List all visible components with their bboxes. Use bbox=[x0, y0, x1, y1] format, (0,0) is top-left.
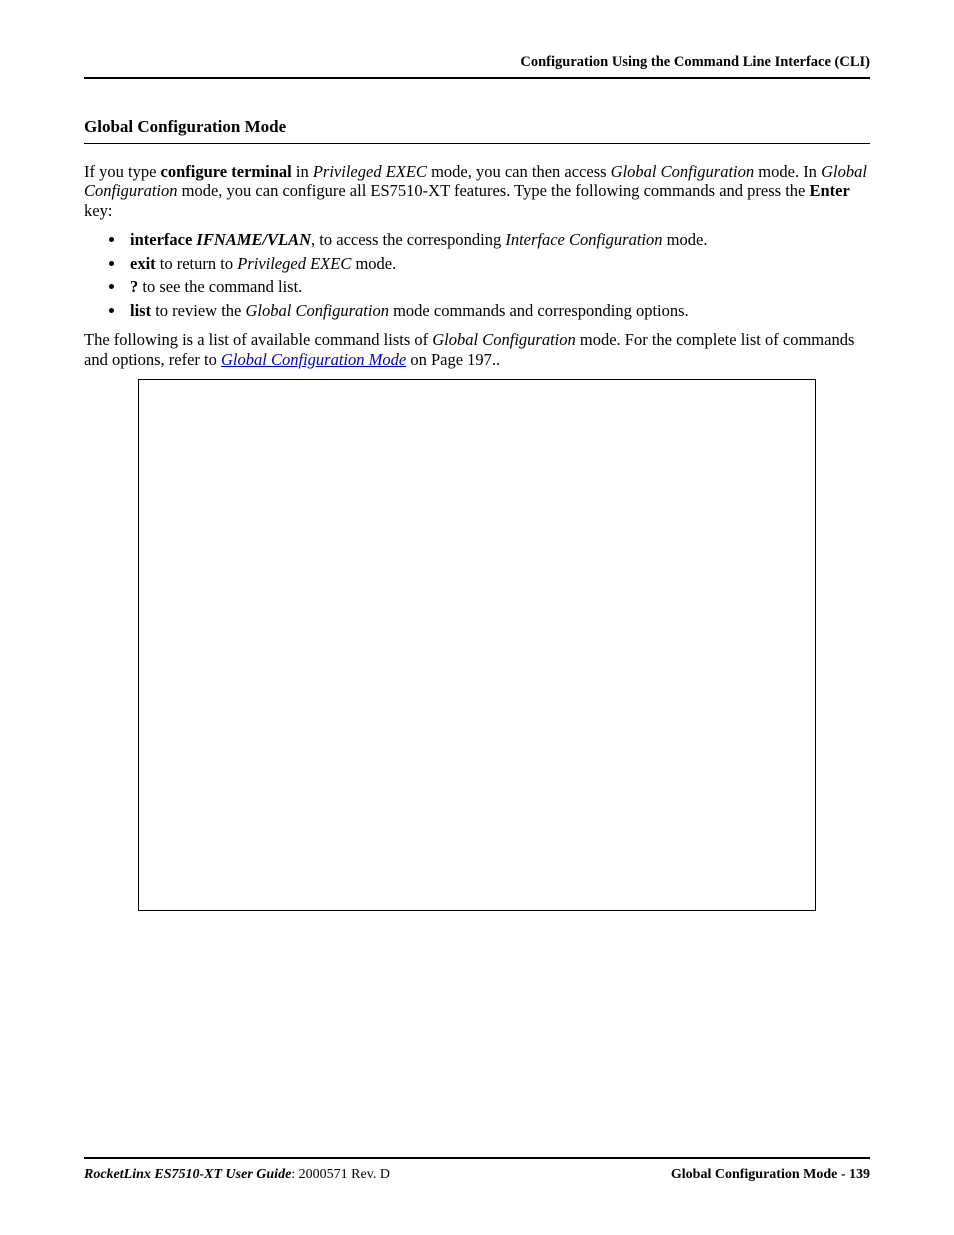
key-enter: Enter bbox=[809, 181, 849, 200]
text: mode. bbox=[351, 254, 396, 273]
text: on Page 197.. bbox=[406, 350, 500, 369]
cmd-list: list bbox=[130, 301, 151, 320]
mode-privileged-exec: Privileged EXEC bbox=[313, 162, 427, 181]
list-item: exit to return to Privileged EXEC mode. bbox=[126, 254, 870, 273]
mode-global-configuration: Global Configuration bbox=[245, 301, 388, 320]
list-item: list to review the Global Configuration … bbox=[126, 301, 870, 320]
doc-rev: : 2000571 Rev. D bbox=[291, 1167, 390, 1182]
text: to review the bbox=[151, 301, 245, 320]
mode-interface-configuration: Interface Configuration bbox=[505, 230, 662, 249]
mode-global-configuration: Global Configuration bbox=[432, 330, 575, 349]
cmd-question: ? bbox=[130, 277, 138, 296]
cmd-interface: interface bbox=[130, 230, 192, 249]
header-rule bbox=[84, 77, 870, 79]
figure-placeholder bbox=[138, 379, 816, 911]
list-item: ? to see the command list. bbox=[126, 277, 870, 296]
xref-global-configuration-mode[interactable]: Global Configuration Mode bbox=[221, 350, 406, 369]
cmd-exit: exit bbox=[130, 254, 156, 273]
mode-global-configuration: Global Configuration bbox=[611, 162, 754, 181]
text: key: bbox=[84, 201, 112, 220]
arg-ifname-vlan: IFNAME/VLAN bbox=[196, 230, 311, 249]
section-title: Global Configuration Mode bbox=[84, 117, 870, 137]
text: , to access the corresponding bbox=[311, 230, 505, 249]
page: Configuration Using the Command Line Int… bbox=[0, 0, 954, 1235]
text: The following is a list of available com… bbox=[84, 330, 432, 349]
text: to return to bbox=[156, 254, 238, 273]
intro-paragraph: If you type configure terminal in Privil… bbox=[84, 162, 870, 220]
cmd-configure-terminal: configure terminal bbox=[161, 162, 292, 181]
text: mode, you can then access bbox=[427, 162, 611, 181]
command-list: interface IFNAME/VLAN, to access the cor… bbox=[84, 230, 870, 320]
text: to see the command list. bbox=[138, 277, 302, 296]
product-name: RocketLinx ES7510-XT User Guide bbox=[84, 1167, 291, 1182]
text: in bbox=[292, 162, 313, 181]
footer-left: RocketLinx ES7510-XT User Guide: 2000571… bbox=[84, 1167, 390, 1183]
footer-row: RocketLinx ES7510-XT User Guide: 2000571… bbox=[84, 1167, 870, 1183]
mode-privileged-exec: Privileged EXEC bbox=[237, 254, 351, 273]
text: mode commands and corresponding options. bbox=[389, 301, 689, 320]
footer-right: Global Configuration Mode - 139 bbox=[671, 1167, 870, 1183]
list-item: interface IFNAME/VLAN, to access the cor… bbox=[126, 230, 870, 249]
page-footer: RocketLinx ES7510-XT User Guide: 2000571… bbox=[84, 1157, 870, 1183]
followup-paragraph: The following is a list of available com… bbox=[84, 330, 870, 369]
text: mode, you can configure all ES7510-XT fe… bbox=[178, 181, 810, 200]
text: mode. In bbox=[754, 162, 821, 181]
text: If you type bbox=[84, 162, 161, 181]
footer-rule bbox=[84, 1157, 870, 1159]
text: mode. bbox=[663, 230, 708, 249]
section-rule bbox=[84, 143, 870, 144]
running-head: Configuration Using the Command Line Int… bbox=[84, 54, 870, 77]
